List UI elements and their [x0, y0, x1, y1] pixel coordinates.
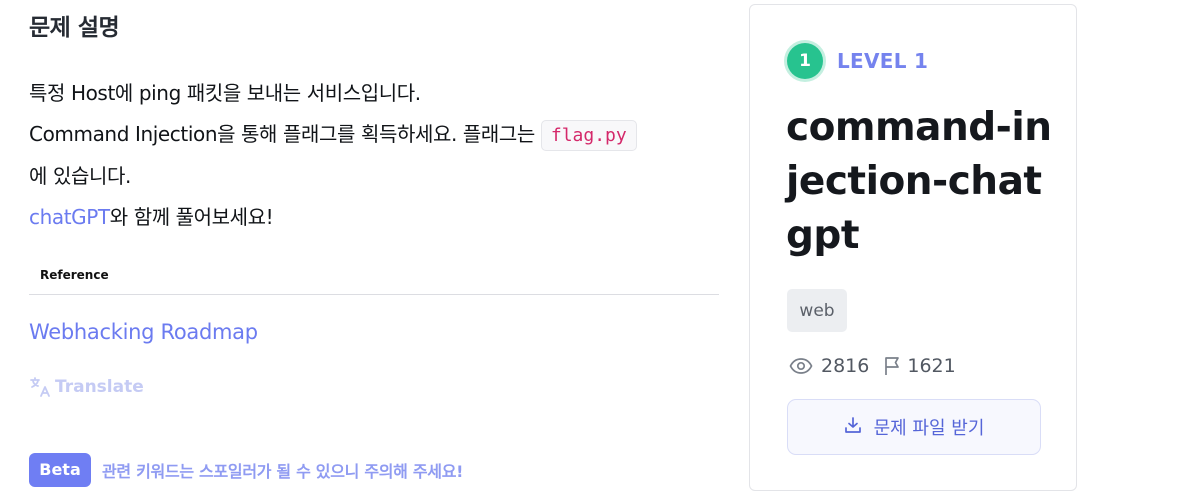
- level-badge: 1: [787, 43, 823, 79]
- description-line-4-text: 와 함께 풀어보세요!: [109, 205, 274, 229]
- reference-divider: [29, 294, 719, 295]
- challenge-title: command-injection-chatgpt: [786, 105, 1052, 258]
- tag-web[interactable]: web: [787, 289, 847, 332]
- flag-icon: [883, 356, 901, 376]
- solve-count: 1621: [907, 355, 956, 377]
- level-indicator: 1 LEVEL 1: [787, 43, 928, 79]
- download-icon: [844, 416, 862, 439]
- description-line-4: chatGPT와 함께 풀어보세요!: [29, 197, 729, 238]
- translate-icon: [29, 376, 51, 398]
- download-files-button[interactable]: 문제 파일 받기: [787, 399, 1041, 455]
- translate-label: Translate: [55, 377, 144, 397]
- beta-badge: Beta: [29, 453, 91, 487]
- level-label: LEVEL 1: [837, 49, 929, 73]
- challenge-card: 1 LEVEL 1 command-injection-chatgpt web …: [749, 4, 1077, 491]
- eye-icon: [789, 357, 813, 375]
- description-line-2-text: Command Injection을 통해 플래그를 획득하세요. 플래그는: [29, 122, 535, 146]
- description-line-1: 특정 Host에 ping 패킷을 보내는 서비스입니다.: [29, 81, 421, 105]
- section-title: 문제 설명: [29, 15, 120, 41]
- webhacking-roadmap-link[interactable]: Webhacking Roadmap: [29, 320, 258, 344]
- description: 특정 Host에 ping 패킷을 보내는 서비스입니다. Command In…: [29, 73, 729, 238]
- description-line-3: 에 있습니다.: [29, 164, 131, 188]
- description-line-2: Command Injection을 통해 플래그를 획득하세요. 플래그는 f…: [29, 114, 729, 156]
- download-label: 문제 파일 받기: [873, 418, 985, 439]
- chatgpt-link[interactable]: chatGPT: [29, 205, 110, 229]
- beta-message[interactable]: 관련 키워드는 스포일러가 될 수 있으니 주의해 주세요!: [102, 458, 463, 482]
- translate-button[interactable]: Translate: [29, 376, 144, 398]
- view-count: 2816: [821, 355, 870, 377]
- flag-file-code: flag.py: [540, 120, 637, 151]
- reference-label: Reference: [40, 268, 109, 282]
- beta-notice: Beta 관련 키워드는 스포일러가 될 수 있으니 주의해 주세요!: [29, 453, 463, 487]
- challenge-stats: 2816 1621: [789, 355, 956, 377]
